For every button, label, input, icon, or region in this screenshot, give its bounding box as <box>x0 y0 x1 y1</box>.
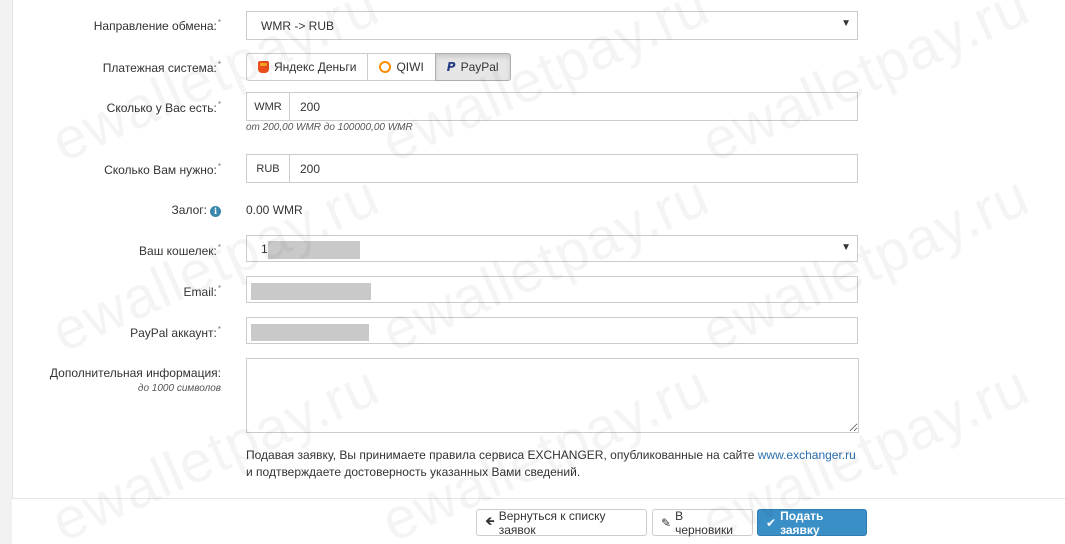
payment-option-label: QIWI <box>396 60 424 74</box>
paypal-account-label-text: PayPal аккаунт: <box>130 326 217 340</box>
direction-label: Направление обмена:* <box>94 18 221 33</box>
email-label: Email:* <box>184 284 221 299</box>
required-mark: * <box>217 18 221 27</box>
submit-button-label: Подать заявку <box>780 508 824 537</box>
redacted-paypal-account <box>251 324 369 341</box>
extra-info-textarea[interactable] <box>246 358 859 433</box>
required-mark: * <box>217 60 221 69</box>
extra-info-label: Дополнительная информация: <box>50 366 221 380</box>
direction-value: WMR -> RUB <box>261 19 334 33</box>
have-currency: WMR <box>246 92 289 121</box>
need-currency: RUB <box>246 154 289 183</box>
extra-info-label-text: Дополнительная информация: <box>49 366 221 380</box>
payment-option-label: Яндекс Деньги <box>274 60 357 74</box>
deposit-label-text: Залог: <box>171 203 207 217</box>
have-label-text: Сколько у Вас есть: <box>106 101 217 115</box>
back-to-list-button[interactable]: 🡸 Вернуться к списку заявок <box>476 508 647 537</box>
terms-line-2: и подтверждаете достоверность указанных … <box>246 465 581 479</box>
payment-option-yandex[interactable]: Яндекс Деньги <box>246 53 369 81</box>
save-draft-button[interactable]: ✎ В черновики <box>652 508 753 537</box>
required-mark: * <box>217 284 221 293</box>
chevron-down-icon: ▼ <box>841 242 851 253</box>
extra-info-hint: до 1000 символов <box>137 383 221 394</box>
email-label-text: Email: <box>183 285 217 299</box>
payment-system-group: Яндекс Деньги QIWI P PayPal <box>246 53 511 81</box>
required-mark: * <box>217 325 221 334</box>
submit-request-button[interactable]: ✔ Подать заявку <box>757 508 867 537</box>
need-amount-input[interactable]: 200 <box>289 154 858 183</box>
edit-icon: ✎ <box>661 515 672 530</box>
paypal-account-label: PayPal аккаунт:* <box>130 325 221 340</box>
qiwi-icon <box>379 61 392 73</box>
direction-label-text: Направление обмена: <box>93 19 217 33</box>
deposit-value: 0.00 WMR <box>246 203 303 217</box>
terms-text: Подавая заявку, Вы принимаете правила се… <box>246 447 856 481</box>
exchanger-link[interactable]: www.exchanger.ru <box>758 448 856 462</box>
draft-button-label: В черновики <box>675 508 733 537</box>
check-icon: ✔ <box>766 515 777 530</box>
chevron-down-icon: ▼ <box>841 18 851 29</box>
arrow-left-icon: 🡸 <box>485 514 495 528</box>
have-label: Сколько у Вас есть:* <box>107 100 221 115</box>
required-mark: * <box>217 243 221 252</box>
required-mark: * <box>217 100 221 109</box>
payment-system-label-text: Платежная система: <box>102 61 217 75</box>
back-button-label: Вернуться к списку заявок <box>498 508 606 537</box>
payment-option-paypal[interactable]: P PayPal <box>434 53 511 81</box>
redacted-email <box>251 283 371 300</box>
paypal-icon: P <box>446 60 456 74</box>
wallet-label-text: Ваш кошелек: <box>139 244 217 258</box>
deposit-label: Залог: i <box>172 203 221 217</box>
have-input-group: WMR 200 <box>246 92 858 121</box>
have-amount-input[interactable]: 200 <box>289 92 858 121</box>
need-label-text: Сколько Вам нужно: <box>104 163 217 177</box>
have-hint: от 200,00 WMR до 100000,00 WMR <box>246 122 413 133</box>
info-circle-icon[interactable]: i <box>210 206 221 217</box>
yandex-money-icon <box>258 61 269 73</box>
redacted-wallet <box>268 241 360 259</box>
wallet-value: 1 <box>261 242 268 256</box>
need-input-group: RUB 200 <box>246 154 858 183</box>
wallet-label: Ваш кошелек:* <box>139 243 221 258</box>
need-label: Сколько Вам нужно:* <box>104 162 221 177</box>
direction-select[interactable]: WMR -> RUB ▼ <box>246 11 858 40</box>
payment-option-label: PayPal <box>460 60 499 74</box>
payment-option-qiwi[interactable]: QIWI <box>367 53 436 81</box>
required-mark: * <box>217 162 221 171</box>
payment-system-label: Платежная система:* <box>103 60 221 75</box>
terms-line-1: Подавая заявку, Вы принимаете правила се… <box>246 448 755 462</box>
